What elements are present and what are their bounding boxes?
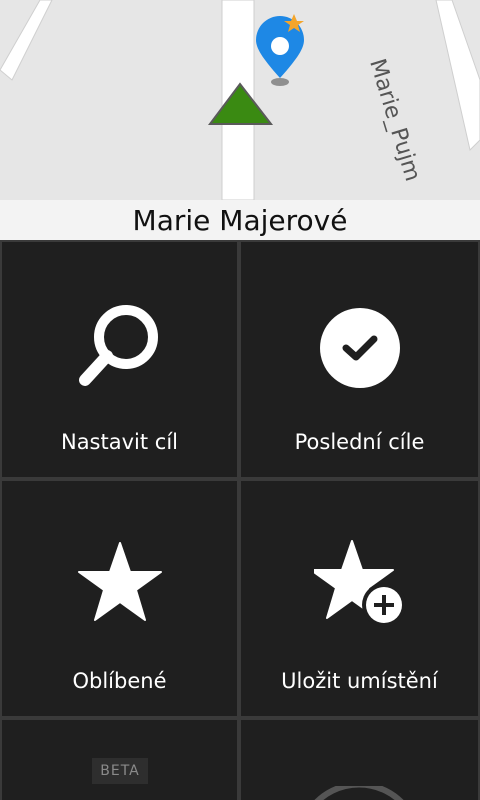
beta-feature-tile[interactable]: BETA	[2, 720, 237, 800]
menu-grid: Nastavit cíl Poslední cíle Oblíbené Ulož…	[0, 240, 480, 800]
current-street-label: Marie Majerové	[0, 200, 480, 240]
recent-destinations-label: Poslední cíle	[294, 430, 425, 454]
pin-center	[271, 37, 289, 55]
check-circle-icon	[319, 308, 400, 388]
favorites-tile[interactable]: Oblíbené	[2, 481, 237, 716]
beta-badge: BETA	[92, 758, 148, 784]
recent-destinations-tile[interactable]: Poslední cíle	[241, 242, 478, 477]
search-icon	[78, 305, 158, 386]
set-destination-tile[interactable]: Nastavit cíl	[2, 242, 237, 477]
save-location-label: Uložit umístění	[281, 669, 438, 693]
set-destination-label: Nastavit cíl	[60, 430, 178, 454]
star-add-icon	[314, 540, 406, 627]
more-tile[interactable]	[241, 720, 478, 800]
partial-circle-icon	[314, 786, 404, 800]
navigation-screen: Marie_Pujm Marie Majerové Nastavit cíl P…	[0, 0, 480, 800]
road-left-diagonal	[0, 0, 53, 81]
star-icon	[77, 542, 162, 621]
favorites-label: Oblíbené	[72, 669, 167, 693]
map-view[interactable]: Marie_Pujm Marie Majerové	[0, 0, 480, 240]
road-right-diagonal	[435, 0, 480, 151]
current-position-arrow-icon	[208, 82, 274, 125]
save-location-tile[interactable]: Uložit umístění	[241, 481, 478, 716]
pin-shadow	[271, 78, 289, 86]
